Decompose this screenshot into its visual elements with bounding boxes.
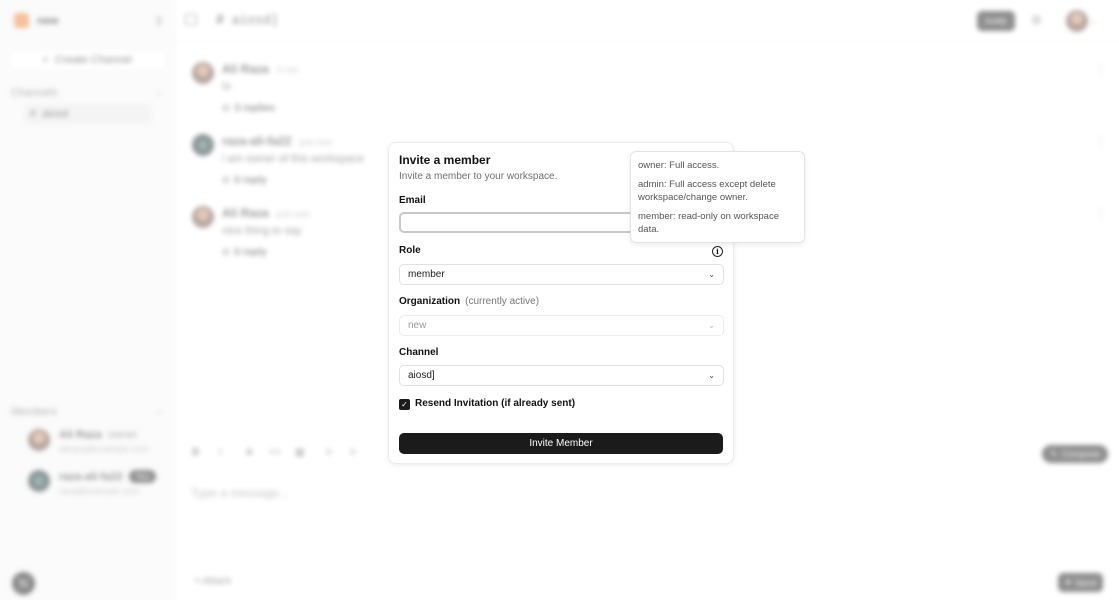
chevron-down-icon: ⌄ bbox=[708, 321, 715, 330]
organization-label: Organization (currently active) bbox=[399, 296, 539, 307]
channel-value: aiosd] bbox=[408, 370, 435, 381]
organization-select: new ⌄ bbox=[399, 315, 724, 336]
role-value: member bbox=[408, 269, 445, 280]
dialog-subtitle: Invite a member to your workspace. bbox=[399, 171, 558, 182]
dialog-title: Invite a member bbox=[399, 153, 491, 167]
role-select[interactable]: member ⌄ bbox=[399, 264, 724, 285]
organization-note: (currently active) bbox=[465, 296, 540, 307]
owner-description: owner: Full access. bbox=[638, 160, 720, 171]
member-description: member: read-only on workspace data. bbox=[638, 211, 779, 235]
resend-checkbox[interactable]: ✓ bbox=[399, 399, 410, 410]
resend-label[interactable]: Resend Invitation (if already sent) bbox=[415, 398, 575, 409]
channel-label: Channel bbox=[399, 347, 439, 358]
chevron-down-icon: ⌄ bbox=[708, 270, 715, 279]
chevron-down-icon: ⌄ bbox=[708, 371, 715, 380]
admin-description: admin: Full access except delete workspa… bbox=[638, 179, 776, 203]
invite-member-button[interactable]: Invite Member bbox=[399, 433, 723, 454]
channel-select[interactable]: aiosd] ⌄ bbox=[399, 365, 724, 386]
organization-value: new bbox=[408, 320, 427, 331]
info-icon[interactable]: i bbox=[712, 246, 723, 257]
email-label: Email bbox=[399, 195, 426, 206]
role-info-tooltip: owner: Full access. admin: Full access e… bbox=[630, 151, 805, 243]
role-label: Role bbox=[399, 245, 421, 256]
organization-label-text: Organization bbox=[399, 296, 461, 307]
